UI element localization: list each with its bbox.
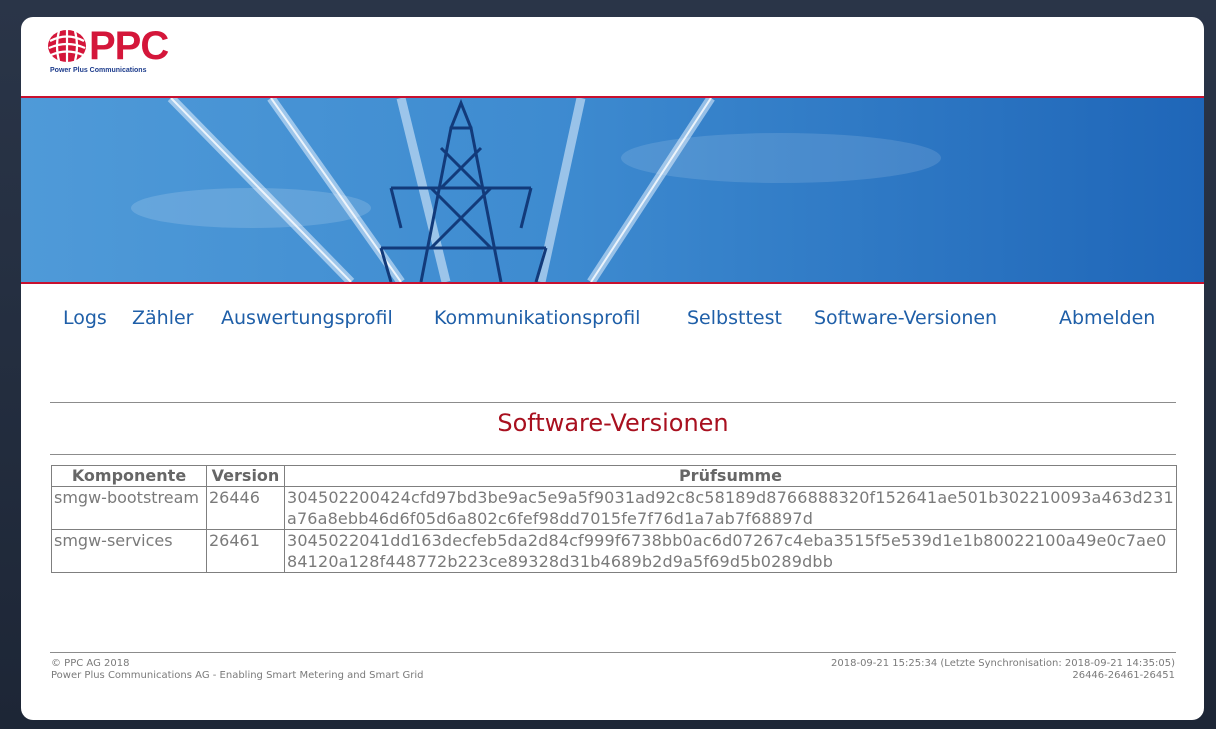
header-pruefsumme: Prüfsumme: [284, 465, 1177, 487]
header-banner-image: [21, 96, 1204, 284]
cell-version: 26446: [206, 486, 285, 530]
footer-timestamp: 2018-09-21 15:25:34 (Letzte Synchronisat…: [831, 658, 1175, 669]
cell-checksum: 304502200424cfd97bd3be9ac5e9a5f9031ad92c…: [284, 486, 1177, 530]
page-title: Software-Versionen: [497, 409, 729, 437]
table-row: smgw-services 26461 3045022041dd163decfe…: [51, 529, 1177, 573]
nav-abmelden[interactable]: Abmelden: [1059, 307, 1155, 329]
footer-right: 2018-09-21 15:25:34 (Letzte Synchronisat…: [831, 658, 1175, 682]
ppc-logo[interactable]: PPC Power Plus Communications: [47, 24, 207, 87]
cell-version: 26461: [206, 529, 285, 573]
nav-selbsttest[interactable]: Selbsttest: [687, 307, 782, 329]
cell-component: smgw-bootstream: [51, 486, 207, 530]
cell-component: smgw-services: [51, 529, 207, 573]
nav-zaehler[interactable]: Zähler: [132, 307, 193, 329]
table-header-row: Komponente Version Prüfsumme: [51, 465, 1177, 487]
header-komponente: Komponente: [51, 465, 207, 487]
main-navigation: Logs Zähler Auswertungsprofil Kommunikat…: [21, 307, 1204, 337]
software-versions-table: Komponente Version Prüfsumme smgw-bootst…: [51, 465, 1177, 573]
footer-copyright: © PPC AG 2018: [51, 658, 130, 669]
table-row: smgw-bootstream 26446 304502200424cfd97b…: [51, 486, 1177, 530]
footer-tagline: Power Plus Communications AG - Enabling …: [51, 670, 424, 681]
divider: [50, 454, 1176, 455]
footer-divider: [50, 652, 1176, 653]
nav-logs[interactable]: Logs: [63, 307, 107, 329]
page-card: PPC Power Plus Communications Logs Zähle…: [21, 17, 1204, 720]
nav-software-versionen[interactable]: Software-Versionen: [814, 307, 997, 329]
header-version: Version: [206, 465, 285, 487]
cell-checksum: 3045022041dd163decfeb5da2d84cf999f6738bb…: [284, 529, 1177, 573]
ppc-globe-icon: [48, 30, 86, 62]
logo-subtitle: Power Plus Communications: [50, 67, 147, 74]
logo-wordmark: PPC: [89, 24, 169, 68]
footer-left: © PPC AG 2018 Power Plus Communications …: [51, 658, 424, 682]
nav-auswertungsprofil[interactable]: Auswertungsprofil: [221, 307, 393, 329]
footer-versions: 26446-26461-26451: [1072, 670, 1175, 681]
divider: [50, 402, 1176, 403]
nav-kommunikationsprofil[interactable]: Kommunikationsprofil: [434, 307, 640, 329]
